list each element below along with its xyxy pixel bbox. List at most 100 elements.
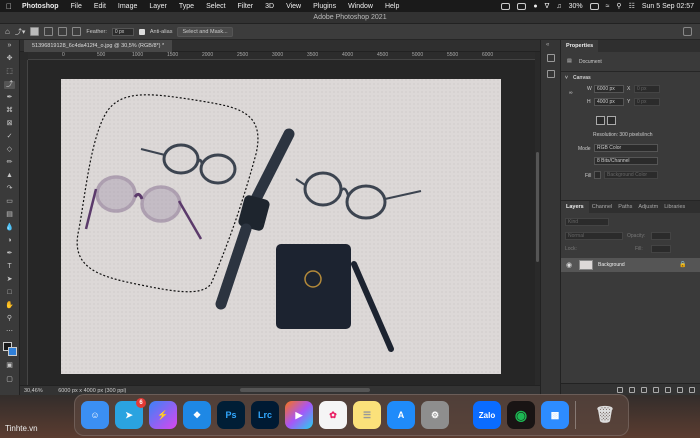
layer-row-background[interactable]: ◉ Background 🔒 <box>561 258 700 272</box>
background-color-swatch[interactable] <box>8 347 17 356</box>
fill-color-swatch[interactable] <box>594 171 601 179</box>
adjustment-layer-icon[interactable] <box>653 387 659 393</box>
menu-plugins[interactable]: Plugins <box>313 3 336 10</box>
more-tools-icon[interactable]: ⋯ <box>4 328 15 336</box>
menu-filter[interactable]: Filter <box>238 3 254 10</box>
dodge-tool-icon[interactable]: ◑ <box>4 237 15 245</box>
select-and-mask-button[interactable]: Select and Mask... <box>177 26 233 37</box>
mode-select[interactable]: RGB Color <box>594 144 658 152</box>
system-preferences-icon[interactable]: ⚙ <box>421 401 449 429</box>
quick-select-tool-icon[interactable]: ✒ <box>4 94 15 102</box>
photoshop-dock-icon[interactable]: Ps <box>217 401 245 429</box>
tab-adjustments[interactable]: Adjustm <box>635 201 661 213</box>
canvas-section-toggle[interactable]: ˅ <box>565 75 568 81</box>
layer-kind-filter[interactable]: Kind <box>565 218 609 226</box>
link-layers-icon[interactable] <box>617 387 623 393</box>
zoom-tool-icon[interactable]: ⚲ <box>4 315 15 323</box>
spotify-icon[interactable]: ◉ <box>507 401 535 429</box>
tab-properties[interactable]: Properties <box>561 40 599 52</box>
portrait-orientation-button[interactable] <box>596 116 605 125</box>
lasso-tool-icon[interactable]: ⤴ <box>4 81 15 89</box>
finder-icon[interactable]: ☺ <box>81 401 109 429</box>
new-selection-icon[interactable] <box>30 27 40 36</box>
menu-edit[interactable]: Edit <box>94 3 106 10</box>
telegram-icon[interactable]: ➤ 6 <box>115 398 146 429</box>
x-input[interactable]: 0 px <box>634 85 660 93</box>
frame-tool-icon[interactable]: ⊠ <box>4 120 15 128</box>
eyedropper-tool-icon[interactable]: ✓ <box>4 133 15 141</box>
notes-icon[interactable]: ☰ <box>353 401 381 429</box>
horizontal-scrollbar-thumb[interactable] <box>240 388 370 392</box>
canvas-area[interactable] <box>28 60 535 385</box>
menu-app[interactable]: Photoshop <box>22 3 59 10</box>
menu-help[interactable]: Help <box>385 3 399 10</box>
control-center-icon[interactable]: ☷ <box>629 2 635 10</box>
new-layer-icon[interactable] <box>677 387 683 393</box>
safari-icon[interactable]: ❖ <box>183 401 211 429</box>
subtract-selection-icon[interactable] <box>58 27 68 36</box>
tab-libraries[interactable]: Libraries <box>661 201 688 213</box>
quick-mask-icon[interactable]: ▣ <box>4 362 15 370</box>
app-store-icon[interactable]: A <box>387 401 415 429</box>
share-icon[interactable] <box>683 27 692 36</box>
status-app-icon[interactable] <box>517 2 527 10</box>
menubar-clock[interactable]: Sun 5 Sep 02:57 <box>642 3 694 10</box>
crop-tool-icon[interactable]: ⌘ <box>4 107 15 115</box>
marquee-tool-icon[interactable]: ⬚ <box>4 68 15 76</box>
trash-dock-icon[interactable]: 🗑 <box>591 401 619 429</box>
tab-channels[interactable]: Channel <box>589 201 616 213</box>
link-icon[interactable]: ∞ <box>569 90 573 96</box>
gradient-tool-icon[interactable]: ▤ <box>4 211 15 219</box>
menu-type[interactable]: Type <box>179 3 194 10</box>
zalo-icon[interactable]: Zalo <box>473 401 501 429</box>
canvas-section-title[interactable]: Canvas <box>573 75 591 81</box>
status-app-icon[interactable] <box>501 2 511 10</box>
type-tool-icon[interactable]: T <box>4 263 15 271</box>
fill-select[interactable]: Background Color <box>604 171 658 179</box>
trash-icon[interactable] <box>689 387 695 393</box>
collapse-icon[interactable]: » <box>4 42 15 50</box>
bluetooth-icon[interactable]: ∇ <box>545 2 550 10</box>
visibility-eye-icon[interactable]: ◉ <box>566 261 572 269</box>
new-group-icon[interactable] <box>665 387 671 393</box>
eraser-tool-icon[interactable]: ▭ <box>4 198 15 206</box>
antialias-checkbox[interactable] <box>138 28 145 35</box>
wifi-icon[interactable]: ≈ <box>606 3 610 10</box>
scrollbar-thumb[interactable] <box>536 152 539 262</box>
messenger-icon[interactable]: ⚡ <box>149 401 177 429</box>
history-panel-icon[interactable] <box>547 54 555 62</box>
search-icon[interactable]: ⚲ <box>616 2 621 10</box>
menu-select[interactable]: Select <box>206 3 225 10</box>
collapse-panels-icon[interactable]: « <box>546 42 549 48</box>
pen-tool-icon[interactable]: ✒ <box>4 250 15 258</box>
landscape-orientation-button[interactable] <box>607 116 616 125</box>
lock-icon[interactable]: 🔒 <box>679 261 686 268</box>
menu-layer[interactable]: Layer <box>149 3 167 10</box>
menu-view[interactable]: View <box>286 3 301 10</box>
width-input[interactable]: 6000 px <box>594 85 624 93</box>
move-tool-icon[interactable]: ✥ <box>4 55 15 63</box>
feather-input[interactable]: 0 px <box>111 27 134 36</box>
intersect-selection-icon[interactable] <box>72 27 82 36</box>
tab-paths[interactable]: Paths <box>615 201 635 213</box>
home-icon[interactable]: ⌂ <box>5 27 10 36</box>
opacity-input[interactable] <box>651 232 671 240</box>
history-brush-tool-icon[interactable]: ↷ <box>4 185 15 193</box>
horizontal-ruler[interactable]: 0 500 1000 1500 2000 2500 3000 3500 4000… <box>28 52 535 60</box>
hand-tool-icon[interactable]: ✋ <box>4 302 15 310</box>
lasso-tool-preset-icon[interactable]: ⤴▾ <box>15 27 26 37</box>
fx-icon[interactable] <box>629 387 635 393</box>
menu-file[interactable]: File <box>71 3 82 10</box>
menu-3d[interactable]: 3D <box>265 3 274 10</box>
zoom-level[interactable]: 30,46% <box>24 388 43 394</box>
clone-stamp-tool-icon[interactable]: ▲ <box>4 172 15 180</box>
bits-select[interactable]: 8 Bits/Channel <box>594 157 658 165</box>
height-input[interactable]: 4000 px <box>594 98 624 106</box>
menu-window[interactable]: Window <box>348 3 373 10</box>
menu-image[interactable]: Image <box>118 3 137 10</box>
path-select-tool-icon[interactable]: ➤ <box>4 276 15 284</box>
fill-opacity-input[interactable] <box>651 245 671 253</box>
photos-icon[interactable]: ✿ <box>319 401 347 429</box>
lightroom-dock-icon[interactable]: Lrc <box>251 401 279 429</box>
layer-name[interactable]: Background <box>598 262 625 268</box>
